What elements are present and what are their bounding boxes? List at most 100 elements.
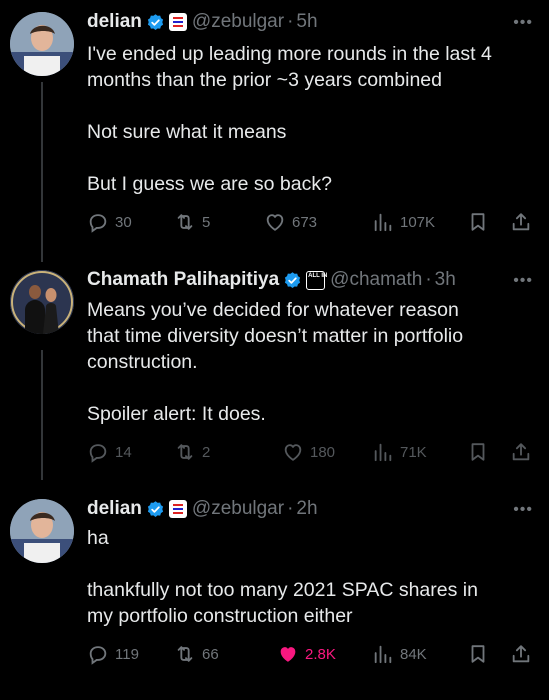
reply-button[interactable]: 14: [87, 441, 132, 463]
like-icon: [277, 643, 299, 665]
tweet-header: delian @zebulgar · 2h: [87, 495, 318, 523]
tweet[interactable]: Chamath Palihapitiya ALL IN @chamath · 3…: [0, 266, 549, 476]
tweet-line: I've ended up leading more rounds in the…: [87, 43, 492, 65]
reply-icon: [87, 441, 109, 463]
tweet-line: construction.: [87, 351, 198, 373]
share-icon: [510, 211, 532, 233]
bookmark-icon: [467, 643, 489, 665]
action-bar: 30 5 673 107K: [87, 211, 539, 237]
share-button[interactable]: [510, 211, 532, 233]
like-count: 673: [292, 213, 318, 231]
affiliate-badge-icon[interactable]: ALL IN: [306, 270, 328, 290]
affiliate-badge-label: ALL IN: [308, 272, 328, 279]
views-button[interactable]: 71K: [372, 441, 427, 463]
handle[interactable]: @zebulgar: [192, 498, 284, 520]
avatar-image: [10, 12, 74, 76]
reply-button[interactable]: 30: [87, 211, 132, 233]
separator-dot: ·: [287, 11, 294, 32]
handle[interactable]: @chamath: [330, 269, 422, 291]
share-icon: [510, 441, 532, 463]
like-button[interactable]: 180: [282, 441, 335, 463]
tweet-line: my portfolio construction either: [87, 605, 353, 627]
bookmark-icon: [467, 211, 489, 233]
tweet-blank-line: [87, 145, 492, 171]
tweet-line: Means you’ve decided for whatever reason: [87, 299, 459, 321]
views-count: 107K: [400, 213, 436, 231]
action-bar: 14 2 180 71K: [87, 441, 539, 467]
tweet[interactable]: delian @zebulgar · 5h ••• I've ended up …: [0, 8, 549, 248]
avatar[interactable]: [10, 270, 74, 334]
avatar[interactable]: [10, 499, 74, 563]
views-count: 84K: [400, 645, 427, 663]
verified-icon: [146, 500, 165, 519]
affiliate-badge-icon[interactable]: [168, 500, 187, 518]
share-button[interactable]: [510, 643, 532, 665]
display-name[interactable]: delian: [87, 498, 142, 520]
tweet-blank-line: [87, 93, 492, 119]
views-button[interactable]: 84K: [372, 643, 427, 665]
retweet-button[interactable]: 5: [174, 211, 210, 233]
tweet-text: ha thankfully not too many 2021 SPAC sha…: [87, 525, 478, 629]
separator-dot: ·: [287, 498, 294, 519]
retweet-button[interactable]: 66: [174, 643, 219, 665]
tweet-line: that time diversity doesn’t matter in po…: [87, 325, 464, 347]
display-name[interactable]: delian: [87, 11, 142, 33]
more-icon[interactable]: •••: [513, 14, 533, 32]
display-name[interactable]: Chamath Palihapitiya: [87, 269, 279, 291]
more-icon[interactable]: •••: [513, 501, 533, 519]
handle[interactable]: @zebulgar: [192, 11, 284, 33]
more-icon[interactable]: •••: [513, 272, 533, 290]
reply-count: 119: [115, 645, 139, 663]
verified-icon: [283, 271, 302, 290]
retweet-count: 2: [202, 443, 211, 461]
bookmark-button[interactable]: [467, 643, 489, 665]
like-button[interactable]: 2.8K: [277, 643, 336, 665]
reply-icon: [87, 211, 109, 233]
retweet-count: 66: [202, 645, 219, 663]
tweet-blank-line: [87, 375, 463, 401]
like-count: 180: [310, 443, 336, 461]
retweet-icon: [174, 211, 196, 233]
views-count: 71K: [400, 443, 427, 461]
avatar-image: [10, 499, 74, 563]
avatar[interactable]: [10, 12, 74, 76]
retweet-button[interactable]: 2: [174, 441, 210, 463]
tweet-line: But I guess we are so back?: [87, 173, 332, 195]
tweet-header: Chamath Palihapitiya ALL IN @chamath · 3…: [87, 266, 456, 294]
like-icon: [264, 211, 286, 233]
tweet-header: delian @zebulgar · 5h: [87, 8, 318, 36]
timestamp[interactable]: 5h: [296, 11, 317, 33]
retweet-count: 5: [202, 213, 211, 231]
tweet[interactable]: delian @zebulgar · 2h ••• ha thankfully …: [0, 495, 549, 695]
views-icon: [372, 211, 394, 233]
avatar-image: [10, 270, 74, 334]
share-icon: [510, 643, 532, 665]
reply-count: 14: [115, 443, 132, 461]
tweet-line: thankfully not too many 2021 SPAC shares…: [87, 579, 478, 601]
tweet-text: Means you’ve decided for whatever reason…: [87, 297, 463, 427]
views-icon: [372, 441, 394, 463]
tweet-line: months than the prior ~3 years combined: [87, 69, 442, 91]
reply-icon: [87, 643, 109, 665]
like-button[interactable]: 673: [264, 211, 317, 233]
tweet-line: ha: [87, 527, 109, 549]
affiliate-badge-icon[interactable]: [168, 13, 187, 31]
timestamp[interactable]: 3h: [435, 269, 456, 291]
bookmark-icon: [467, 441, 489, 463]
bookmark-button[interactable]: [467, 441, 489, 463]
bookmark-button[interactable]: [467, 211, 489, 233]
tweet-line: Not sure what it means: [87, 121, 287, 143]
like-icon: [282, 441, 304, 463]
views-icon: [372, 643, 394, 665]
tweet-line: Spoiler alert: It does.: [87, 403, 266, 425]
views-button[interactable]: 107K: [372, 211, 435, 233]
tweet-text: I've ended up leading more rounds in the…: [87, 41, 492, 197]
like-count: 2.8K: [305, 645, 336, 663]
retweet-icon: [174, 441, 196, 463]
tweet-blank-line: [87, 551, 478, 577]
separator-dot: ·: [425, 269, 432, 290]
timestamp[interactable]: 2h: [296, 498, 317, 520]
reply-button[interactable]: 119: [87, 643, 139, 665]
retweet-icon: [174, 643, 196, 665]
share-button[interactable]: [510, 441, 532, 463]
